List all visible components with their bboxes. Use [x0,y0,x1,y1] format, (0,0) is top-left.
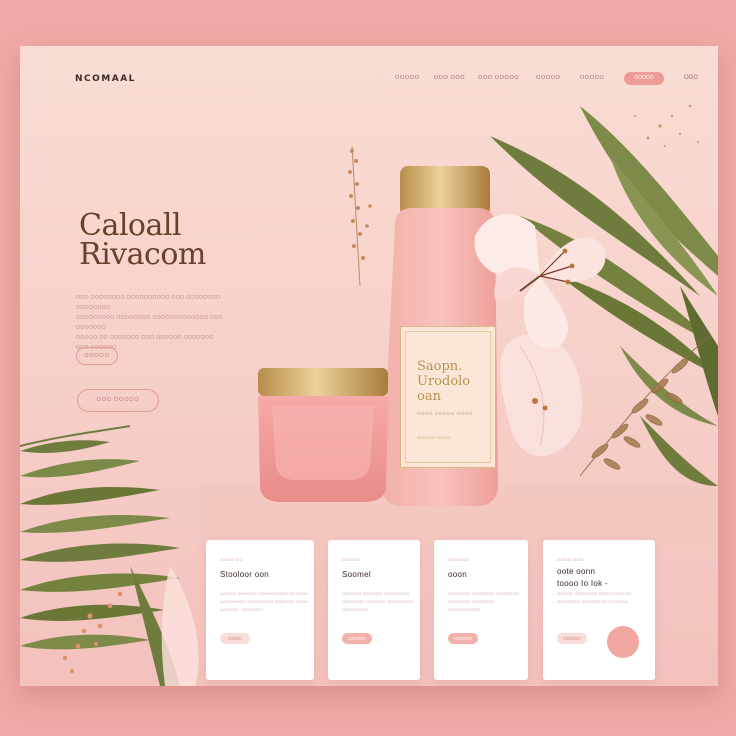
card-button[interactable]: OOOO [220,633,250,644]
card-title-line-1: oote oonn [557,567,596,576]
nav-item-3[interactable]: OOO OOOOO [478,75,519,81]
fern-right [579,335,711,477]
card-title: ooon [448,570,467,579]
card-text: OOOOO OOOOOOO OOOOOOOOOO OOOOOOO OOOOOOO… [557,592,632,604]
card-kicker: OOOOOO [448,557,470,562]
nav-item-5[interactable]: OOOOO [580,75,604,81]
product-name: Saopn. Urodolo oan [417,359,470,404]
card-title: oote oonn toooo Io Iok - [557,566,608,590]
card-text: OOOOO OOOOOO OOOOOOOOO OOOOOO OOOOOOOO O… [220,592,309,612]
card-title: Soomel [342,570,371,579]
pale-leaf-left [161,566,199,686]
nav-cta-button[interactable]: OOOOO [624,72,664,85]
card-text: OOOOOO OOOOOO OOOOOOOO OOOOOOO OOOOOO OO… [342,592,414,612]
palm-leaves-left [20,425,180,686]
card-kicker: OOOOO [342,557,361,562]
hero-desc-line-2: OOOOOOOOO OOOOOOOO OOOOOOOOOOOOO OOO OOO… [76,315,223,331]
decorative-circle [607,626,639,658]
card-button[interactable]: OOOOO [342,633,372,644]
hero-shop-button[interactable]: OOO OOOOO [77,389,159,412]
palm-leaves-right [490,106,718,486]
coral-flowers-left [62,591,227,680]
dried-flowers [348,145,372,287]
hero-desc-line-3: OOOOO OO OOOOOOO OOO OOOOOO OOOOOOO [76,335,214,341]
nav-item-1[interactable]: OOOOO [395,75,419,81]
nav-item-4[interactable]: OOOOO [536,75,560,81]
hero-title-line-1: Caloall [79,208,182,243]
product-subtitle: OOOO OOOOO OOOO [417,411,473,416]
hero-description: OOO OOOOOOOO OOOOOOOOOO OOO OOOOOOOO OOO… [76,293,226,353]
product-name-line-1: Saopn. [417,359,463,374]
landing-page: NCOMAAL OOOOO ODO OOO OOO OOOOO OOOOO OO… [20,46,718,686]
pale-flower-right [500,334,582,456]
hero-small-button[interactable]: OOOOO [76,347,118,365]
card-text: OOOOOOO OOOOOOO OOOOOOO OOOOOOO OOOOOOO … [448,592,520,612]
card-button[interactable]: OOOOO [557,633,587,644]
gold-speckles [634,104,699,147]
feature-card-3[interactable]: OOOOOO ooon OOOOOOO OOOOOOO OOOOOOO OOOO… [434,540,528,680]
bottle-label: Saopn. Urodolo oan OOOO OOOOO OOOO OOOOO… [400,326,496,468]
feature-card-4[interactable]: OOOO OOO oote oonn toooo Io Iok - OOOOO … [543,540,655,680]
product-name-line-2: Urodolo [417,374,471,389]
feature-card-2[interactable]: OOOOO Soomel OOOOOO OOOOOO OOOOOOOO OOOO… [328,540,420,680]
product-detail: OOOOO OOOO [417,435,452,440]
card-title-line-2: toooo Io Iok - [557,579,608,588]
hero-desc-line-1: OOO OOOOOOOO OOOOOOOOOO OOO OOOOOOOO OOO… [76,295,221,311]
brand-logo[interactable]: NCOMAAL [75,74,136,84]
card-button[interactable]: OOOOO [448,633,478,644]
top-nav: NCOMAAL OOOOO ODO OOO OOO OOOOO OOOOO OO… [20,46,718,110]
card-title: Stooloor oon [220,570,269,579]
card-kicker: OOOO OO [220,557,244,562]
hero-title-line-2: Rivacom [79,237,206,272]
feature-card-1[interactable]: OOOO OO Stooloor oon OOOOO OOOOOO OOOOOO… [206,540,314,680]
product-name-line-3: oan [417,389,441,404]
card-kicker: OOOO OOO [557,557,584,562]
hero-title: Caloall Rivacom [79,208,319,272]
nav-item-2[interactable]: ODO OOO [434,75,465,81]
nav-more-link[interactable]: OOO [684,75,698,81]
product-jar [258,368,388,502]
